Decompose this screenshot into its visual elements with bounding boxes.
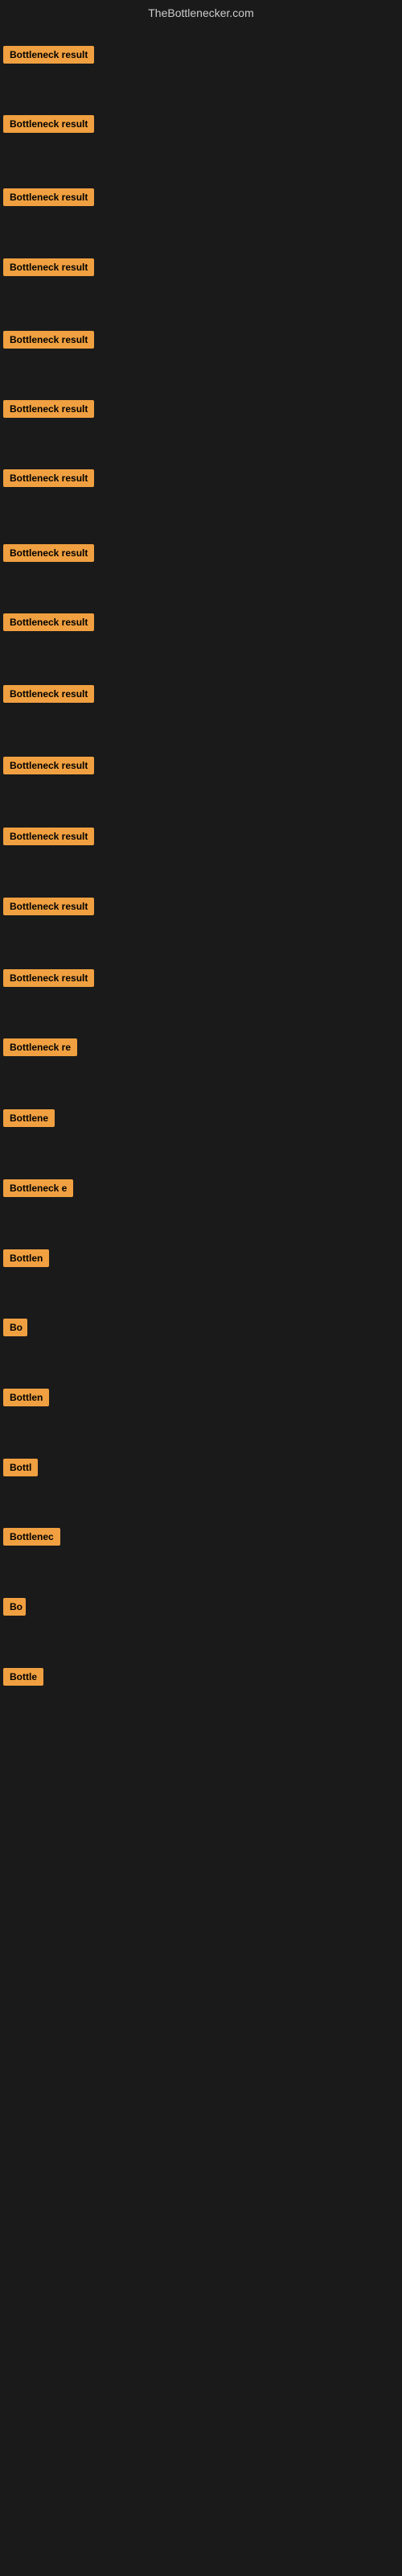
bottleneck-item: Bottleneck result xyxy=(3,46,94,68)
bottleneck-item: Bottleneck result xyxy=(3,188,94,210)
bottleneck-item: Bottleneck result xyxy=(3,544,94,566)
bottleneck-item: Bo xyxy=(3,1598,26,1620)
bottleneck-item: Bottleneck result xyxy=(3,258,94,280)
site-header: TheBottlenecker.com xyxy=(0,0,402,29)
bottleneck-item: Bottleneck re xyxy=(3,1038,77,1060)
bottleneck-badge[interactable]: Bottleneck result xyxy=(3,613,94,631)
bottleneck-badge[interactable]: Bottleneck result xyxy=(3,685,94,703)
bottleneck-item: Bottleneck result xyxy=(3,757,94,778)
bottleneck-badge[interactable]: Bo xyxy=(3,1319,27,1336)
bottleneck-item: Bottleneck result xyxy=(3,828,94,849)
bottleneck-badge[interactable]: Bottleneck result xyxy=(3,898,94,915)
bottleneck-badge[interactable]: Bottleneck result xyxy=(3,115,94,133)
bottleneck-badge[interactable]: Bottlen xyxy=(3,1249,49,1267)
bottleneck-item: Bottleneck result xyxy=(3,969,94,991)
bottleneck-badge[interactable]: Bottleneck result xyxy=(3,46,94,64)
bottleneck-item: Bottleneck result xyxy=(3,115,94,137)
bottleneck-item: Bottleneck result xyxy=(3,400,94,422)
bottleneck-badge[interactable]: Bottleneck result xyxy=(3,544,94,562)
bottleneck-badge[interactable]: Bottlen xyxy=(3,1389,49,1406)
bottleneck-badge[interactable]: Bottleneck result xyxy=(3,469,94,487)
bottleneck-item: Bottleneck result xyxy=(3,613,94,635)
bottleneck-item: Bottl xyxy=(3,1459,38,1480)
bottleneck-badge[interactable]: Bottleneck result xyxy=(3,969,94,987)
bottleneck-badge[interactable]: Bottleneck result xyxy=(3,258,94,276)
bottleneck-item: Bottlen xyxy=(3,1389,49,1410)
bottleneck-item: Bottle xyxy=(3,1668,43,1690)
bottleneck-badge[interactable]: Bottlenec xyxy=(3,1528,60,1546)
bottleneck-badge[interactable]: Bottleneck result xyxy=(3,757,94,774)
site-title: TheBottlenecker.com xyxy=(148,6,254,19)
bottleneck-badge[interactable]: Bottle xyxy=(3,1668,43,1686)
bottleneck-item: Bottlen xyxy=(3,1249,49,1271)
bottleneck-item: Bottleneck e xyxy=(3,1179,73,1201)
bottleneck-badge[interactable]: Bo xyxy=(3,1598,26,1616)
bottleneck-badge[interactable]: Bottleneck e xyxy=(3,1179,73,1197)
bottleneck-badge[interactable]: Bottleneck result xyxy=(3,828,94,845)
bottleneck-badge[interactable]: Bottleneck result xyxy=(3,188,94,206)
bottleneck-badge[interactable]: Bottleneck result xyxy=(3,400,94,418)
bottleneck-item: Bottleneck result xyxy=(3,331,94,353)
bottleneck-item: Bottleneck result xyxy=(3,685,94,707)
bottleneck-item: Bottleneck result xyxy=(3,469,94,491)
bottleneck-item: Bottlene xyxy=(3,1109,55,1131)
bottleneck-badge[interactable]: Bottleneck re xyxy=(3,1038,77,1056)
bottleneck-item: Bottlenec xyxy=(3,1528,60,1550)
bottleneck-badge[interactable]: Bottl xyxy=(3,1459,38,1476)
bottleneck-badge[interactable]: Bottleneck result xyxy=(3,331,94,349)
bottleneck-item: Bo xyxy=(3,1319,27,1340)
bottleneck-badge[interactable]: Bottlene xyxy=(3,1109,55,1127)
bottleneck-item: Bottleneck result xyxy=(3,898,94,919)
